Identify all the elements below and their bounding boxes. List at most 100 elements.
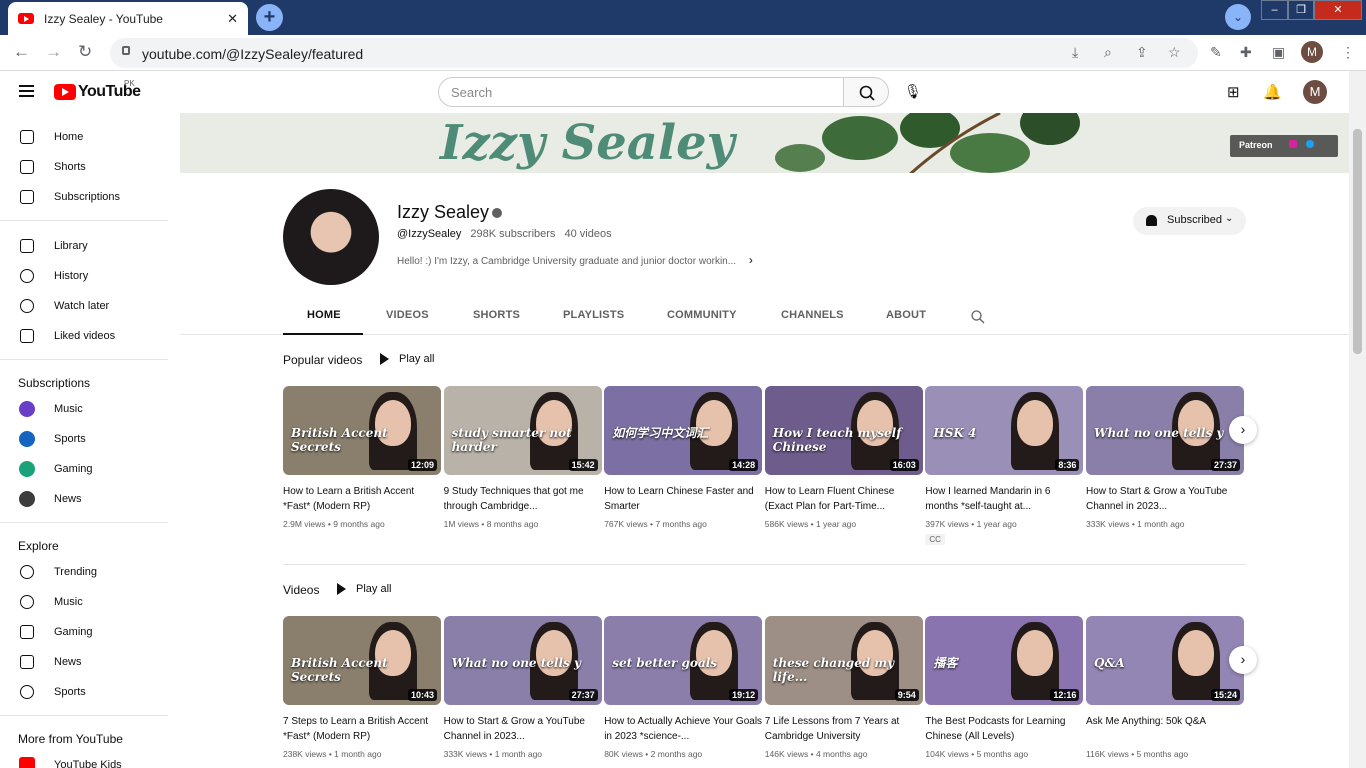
sidebar-item-library[interactable]: Library (0, 231, 168, 261)
video-card[interactable]: HSK 4 8:36 How I learned Mandarin in 6 mon… (925, 386, 1084, 547)
forward-arrow-icon[interactable]: → (45, 42, 62, 62)
video-thumbnail[interactable]: What no one tells y 27:37 (443, 616, 602, 705)
patreon-link[interactable]: Patreon (1239, 140, 1273, 150)
sidebar-item-watch-later[interactable]: Watch later (0, 291, 168, 321)
sidebar-item-shorts[interactable]: Shorts (0, 152, 168, 182)
video-title[interactable]: Ask Me Anything: 50k Q&A (1086, 714, 1244, 744)
video-title[interactable]: How to Actually Achieve Your Goals in 20… (604, 714, 762, 744)
sidebar-sub-sports[interactable]: Sports (0, 424, 168, 454)
next-arrow-icon[interactable]: › (1229, 646, 1257, 674)
video-thumbnail[interactable]: British Accent Secrets 12:09 (283, 386, 441, 475)
create-video-icon[interactable]: ⊞ (1227, 83, 1240, 101)
hamburger-menu-icon[interactable] (19, 85, 34, 97)
sidebar-item-news[interactable]: News (0, 647, 168, 677)
twitter-icon[interactable] (1305, 140, 1314, 148)
bookmark-star-icon[interactable]: ☆ (1168, 44, 1181, 61)
browser-menu-icon[interactable]: ⋮ (1341, 44, 1355, 61)
video-card[interactable]: How I teach myself Chinese 16:03 How to Le… (764, 386, 923, 529)
video-title[interactable]: 7 Steps to Learn a British Accent *Fast*… (283, 714, 441, 744)
sidebar-item-liked-videos[interactable]: Liked videos (0, 321, 168, 351)
video-thumbnail[interactable]: these changed my life... 9:54 (764, 616, 923, 705)
notifications-bell-icon[interactable]: 🔔 (1263, 83, 1282, 101)
sidebar-item-subscriptions[interactable]: Subscriptions (0, 182, 168, 212)
browser-tab[interactable]: Izzy Sealey - YouTube ✕ (8, 2, 248, 35)
sidebar-item-music[interactable]: Music (0, 587, 168, 617)
video-thumbnail[interactable]: set better goals 19:12 (604, 616, 763, 705)
back-arrow-icon[interactable]: ← (13, 42, 30, 62)
tab-videos[interactable]: VIDEOS (386, 309, 429, 321)
account-avatar[interactable]: M (1303, 80, 1327, 104)
next-arrow-icon[interactable]: › (1229, 416, 1257, 444)
video-thumbnail[interactable]: 如何学习中文词汇 14:28 (604, 386, 763, 475)
install-icon[interactable]: ⤓ (1072, 44, 1078, 61)
close-window-button[interactable]: ✕ (1314, 0, 1362, 20)
video-thumbnail[interactable]: What no one tells y 27:37 (1086, 386, 1244, 475)
sidebar-item-trending[interactable]: Trending (0, 557, 168, 587)
sidebar-item-history[interactable]: History (0, 261, 168, 291)
sidebar-item-youtube-kids[interactable]: YouTube Kids (0, 750, 168, 768)
video-title[interactable]: How to Learn a British Accent *Fast* (Mo… (283, 484, 441, 514)
sidebar-sub-news[interactable]: News (0, 484, 168, 514)
video-thumbnail[interactable]: HSK 4 8:36 (925, 386, 1084, 475)
youtube-logo[interactable]: YouTube PK (54, 79, 141, 101)
subscribed-button[interactable]: Subscribed ⌄ (1133, 207, 1246, 235)
video-title[interactable]: 7 Life Lessons from 7 Years at Cambridge… (765, 714, 923, 744)
microphone-icon[interactable]: 🎙 (904, 83, 922, 100)
video-card[interactable]: What no one tells y 27:37 How to Start & G… (1086, 386, 1244, 529)
video-title[interactable]: How I learned Mandarin in 6 months *self… (925, 484, 1083, 514)
video-card[interactable]: these changed my life... 9:54 7 Life Lesso… (764, 616, 923, 759)
chevron-right-icon[interactable]: › (749, 253, 753, 267)
video-card[interactable]: set better goals 19:12 How to Actually Ach… (604, 616, 763, 759)
video-title[interactable]: How to Start & Grow a YouTube Channel in… (1086, 484, 1244, 514)
video-title[interactable]: How to Learn Chinese Faster and Smarter (604, 484, 762, 514)
tab-about[interactable]: ABOUT (886, 309, 926, 321)
banner-links[interactable]: Patreon (1230, 135, 1338, 157)
instagram-icon[interactable] (1289, 140, 1298, 148)
search-button[interactable] (843, 77, 889, 107)
tab-close-icon[interactable]: ✕ (227, 11, 238, 27)
zoom-icon[interactable]: ⌕ (1104, 44, 1112, 61)
video-thumbnail[interactable]: study smarter not harder 15:42 (443, 386, 602, 475)
minimize-button[interactable]: – (1261, 0, 1288, 20)
tab-shorts[interactable]: SHORTS (473, 309, 520, 321)
sidebar-item-gaming[interactable]: Gaming (0, 617, 168, 647)
video-card[interactable]: What no one tells y 27:37 How to Start & G… (443, 616, 602, 759)
video-thumbnail[interactable]: British Accent Secrets 10:43 (283, 616, 441, 705)
reload-icon[interactable]: ↻ (78, 42, 92, 62)
video-card[interactable]: 播客 12:16 The Best Podcasts for Learning Ch… (925, 616, 1084, 759)
page-scrollbar[interactable] (1349, 71, 1366, 768)
video-thumbnail[interactable]: How I teach myself Chinese 16:03 (764, 386, 923, 475)
side-panel-icon[interactable]: ▣ (1272, 44, 1285, 61)
sidebar-item-sports[interactable]: Sports (0, 677, 168, 707)
play-all-popular-button[interactable]: Play all (380, 353, 434, 366)
tab-channels[interactable]: CHANNELS (781, 309, 844, 321)
browser-profile-avatar[interactable]: M (1301, 41, 1323, 63)
sidebar-item-home[interactable]: Home (0, 122, 168, 152)
video-title[interactable]: How to Start & Grow a YouTube Channel in… (444, 714, 602, 744)
search-input[interactable]: Search (438, 77, 844, 107)
video-title[interactable]: 9 Study Techniques that got me through C… (444, 484, 602, 514)
new-tab-button[interactable]: + (256, 4, 283, 31)
puzzle-extensions-icon[interactable]: ✚ (1240, 44, 1252, 61)
url-text[interactable]: youtube.com/@IzzySealey/featured (142, 46, 363, 62)
scrollbar-thumb[interactable] (1353, 129, 1362, 354)
video-card[interactable]: study smarter not harder 15:42 9 Study Tec… (443, 386, 602, 529)
extension-icon[interactable]: ✎ (1210, 44, 1222, 61)
play-all-videos-button[interactable]: Play all (337, 583, 391, 596)
maximize-button[interactable]: ❐ (1288, 0, 1314, 20)
video-card[interactable]: British Accent Secrets 10:43 7 Steps to Le… (283, 616, 441, 759)
tab-home[interactable]: HOME (307, 309, 341, 321)
sidebar-sub-gaming[interactable]: Gaming (0, 454, 168, 484)
tab-playlists[interactable]: PLAYLISTS (563, 309, 624, 321)
tab-community[interactable]: COMMUNITY (667, 309, 737, 321)
video-card[interactable]: Q&A 15:24 Ask Me Anything: 50k Q&A 116K vie… (1086, 616, 1244, 759)
channel-description[interactable]: Hello! :) I'm Izzy, a Cambridge Universi… (397, 253, 753, 267)
tab-search-icon[interactable]: ⌄ (1225, 4, 1251, 30)
video-card[interactable]: 如何学习中文词汇 14:28 How to Learn Chinese Faster… (604, 386, 763, 529)
channel-search-icon[interactable] (970, 309, 986, 325)
video-title[interactable]: How to Learn Fluent Chinese (Exact Plan … (765, 484, 923, 514)
video-title[interactable]: The Best Podcasts for Learning Chinese (… (925, 714, 1083, 744)
video-thumbnail[interactable]: Q&A 15:24 (1086, 616, 1244, 705)
video-thumbnail[interactable]: 播客 12:16 (925, 616, 1084, 705)
sidebar-sub-music[interactable]: Music (0, 394, 168, 424)
